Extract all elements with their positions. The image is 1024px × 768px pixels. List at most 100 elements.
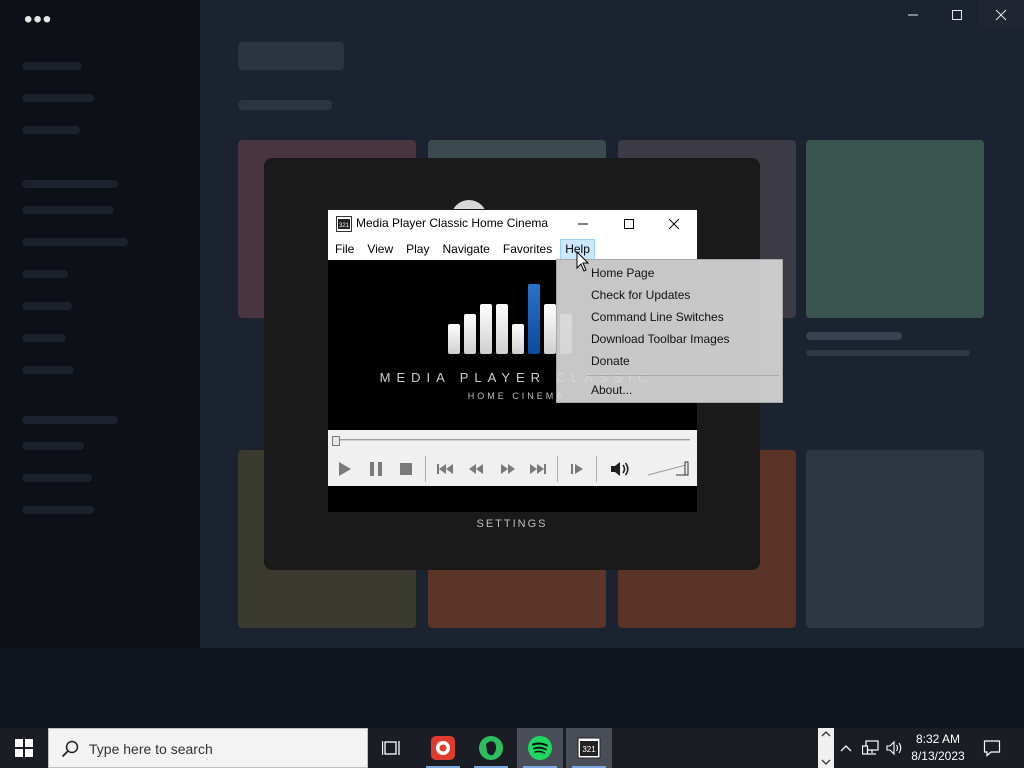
mpc-hc-icon: 321 xyxy=(577,737,601,759)
minimize-button[interactable] xyxy=(560,210,606,238)
speaker-icon xyxy=(886,740,902,756)
window-title: Media Player Classic Home Cinema xyxy=(356,216,549,230)
notification-scroll[interactable] xyxy=(818,728,834,768)
svg-text:321: 321 xyxy=(582,745,596,754)
frame-step-icon xyxy=(571,464,583,474)
sidebar-item xyxy=(22,302,72,310)
maximize-button[interactable] xyxy=(606,210,652,238)
rewind-button[interactable] xyxy=(465,459,487,479)
close-button[interactable] xyxy=(651,210,697,238)
background-minimize-button[interactable] xyxy=(890,0,936,30)
notification-icon xyxy=(983,740,1001,757)
stop-button[interactable] xyxy=(395,459,417,479)
help-dropdown-menu: Home Page Check for Updates Command Line… xyxy=(556,259,783,403)
playback-controls xyxy=(328,452,697,486)
menu-separator xyxy=(587,375,779,376)
sidebar-item xyxy=(22,506,94,514)
start-button[interactable] xyxy=(0,728,48,768)
sidebar-item xyxy=(22,238,128,246)
menu-item-home-page[interactable]: Home Page xyxy=(591,266,654,280)
background-heading xyxy=(238,100,332,110)
task-view-button[interactable] xyxy=(369,728,415,768)
task-view-icon xyxy=(382,741,400,755)
action-center-button[interactable] xyxy=(978,728,1006,768)
play-button[interactable] xyxy=(333,459,355,479)
background-card-subtitle xyxy=(806,350,970,356)
screen-recorder-icon xyxy=(431,736,455,760)
seek-thumb[interactable] xyxy=(332,436,340,446)
toolbar-separator xyxy=(425,456,426,482)
menu-file[interactable]: File xyxy=(330,239,359,260)
evernote-taskbar-button[interactable] xyxy=(468,728,514,768)
next-icon xyxy=(530,464,546,474)
next-button[interactable] xyxy=(527,459,549,479)
background-card xyxy=(806,140,984,318)
mouse-cursor-icon xyxy=(576,251,590,272)
background-header xyxy=(238,42,344,70)
mpc-hc-taskbar-button[interactable]: 321 xyxy=(566,728,612,768)
chevron-up-down-icon xyxy=(821,731,831,765)
menu-item-donate[interactable]: Donate xyxy=(591,354,630,368)
menu-item-check-for-updates[interactable]: Check for Updates xyxy=(591,288,690,302)
svg-text:321: 321 xyxy=(339,223,350,229)
background-close-button[interactable] xyxy=(978,0,1024,30)
volume-button[interactable] xyxy=(884,728,906,768)
sidebar-item xyxy=(22,416,118,424)
toolbar-separator xyxy=(557,456,558,482)
network-button[interactable] xyxy=(860,728,882,768)
maximize-icon xyxy=(624,219,634,229)
background-sidebar: ••• xyxy=(0,0,200,728)
previous-button[interactable] xyxy=(434,459,456,479)
background-card-title xyxy=(806,332,902,340)
seek-bar[interactable] xyxy=(328,430,697,452)
sidebar-item xyxy=(22,442,84,450)
pause-icon xyxy=(370,462,382,476)
sidebar-item xyxy=(22,270,68,278)
close-icon xyxy=(668,218,680,230)
volume-slider[interactable] xyxy=(646,461,694,477)
more-options-icon[interactable]: ••• xyxy=(24,8,52,32)
fast-forward-button[interactable] xyxy=(497,459,519,479)
menu-item-about[interactable]: About... xyxy=(591,383,632,397)
background-maximize-button[interactable] xyxy=(934,0,980,30)
title-bar[interactable]: 321 Media Player Classic Home Cinema xyxy=(328,210,697,238)
sidebar-item xyxy=(22,180,118,188)
search-input[interactable]: Type here to search xyxy=(48,728,368,768)
background-now-playing-bar xyxy=(0,648,1024,728)
sidebar-item xyxy=(22,94,94,102)
pause-button[interactable] xyxy=(365,459,387,479)
menu-bar: File View Play Navigate Favorites Help xyxy=(328,238,697,260)
mute-button[interactable] xyxy=(609,459,631,479)
seek-track[interactable] xyxy=(332,439,690,441)
background-card xyxy=(806,450,984,628)
sidebar-item xyxy=(22,474,92,482)
clock-date[interactable]: 8/13/2023 xyxy=(904,749,972,763)
show-hidden-icons-button[interactable] xyxy=(836,728,856,768)
network-icon xyxy=(862,740,879,755)
sidebar-item xyxy=(22,126,80,134)
taskbar: Type here to search 321 8:32 AM 8/13/202… xyxy=(0,728,1024,768)
minimize-icon xyxy=(908,14,918,16)
menu-play[interactable]: Play xyxy=(401,239,434,260)
play-icon xyxy=(339,462,351,476)
menu-view[interactable]: View xyxy=(362,239,398,260)
menu-favorites[interactable]: Favorites xyxy=(498,239,557,260)
maximize-icon xyxy=(952,10,962,20)
clock-time[interactable]: 8:32 AM xyxy=(904,732,972,746)
chevron-up-icon xyxy=(840,745,852,752)
spotify-taskbar-button[interactable] xyxy=(517,728,563,768)
spotify-icon xyxy=(528,736,552,760)
status-bar xyxy=(328,486,697,512)
mpc-hc-icon: 321 xyxy=(336,216,352,232)
toolbar-separator xyxy=(596,456,597,482)
menu-navigate[interactable]: Navigate xyxy=(437,239,494,260)
menu-item-download-toolbar-images[interactable]: Download Toolbar Images xyxy=(591,332,730,346)
sidebar-item xyxy=(22,366,74,374)
stop-icon xyxy=(400,463,412,475)
search-icon xyxy=(61,740,79,758)
rewind-icon xyxy=(469,464,483,474)
frame-step-button[interactable] xyxy=(566,459,588,479)
settings-label[interactable]: SETTINGS xyxy=(264,518,760,530)
menu-item-command-line-switches[interactable]: Command Line Switches xyxy=(591,310,724,324)
screen-recorder-taskbar-button[interactable] xyxy=(420,728,466,768)
